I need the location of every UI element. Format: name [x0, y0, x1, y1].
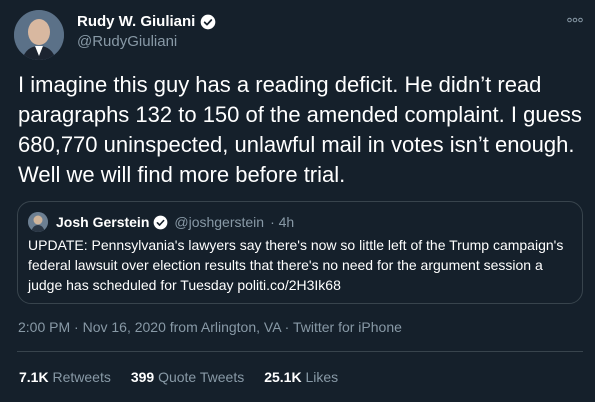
- author-avatar[interactable]: [14, 10, 64, 60]
- quoted-tweet[interactable]: Josh Gerstein @joshgerstein · 4h UPDATE:…: [17, 201, 583, 304]
- verified-badge-icon: [154, 215, 168, 229]
- likes-stat[interactable]: 25.1K Likes: [264, 369, 338, 385]
- more-options-icon[interactable]: [567, 12, 583, 27]
- quoted-author-handle: @joshgerstein: [174, 214, 265, 230]
- quoted-author-name: Josh Gerstein: [56, 214, 150, 230]
- retweets-stat[interactable]: 7.1K Retweets: [19, 369, 111, 385]
- tweet-stats: 7.1K Retweets 399 Quote Tweets 25.1K Lik…: [19, 369, 358, 385]
- author-name[interactable]: Rudy W. Giuliani: [77, 13, 195, 30]
- tweet-text: I imagine this guy has a reading deficit…: [18, 72, 582, 187]
- tweet-meta: 2:00 PM · Nov 16, 2020 from Arlington, V…: [18, 319, 402, 335]
- quoted-tweet-text: UPDATE: Pennsylvania's lawyers say there…: [28, 237, 564, 293]
- quote-tweets-stat[interactable]: 399 Quote Tweets: [131, 369, 244, 385]
- quoted-author-avatar: [28, 212, 48, 232]
- quoted-time: · 4h: [270, 214, 295, 230]
- divider: [17, 351, 583, 352]
- verified-badge-icon: [201, 14, 216, 29]
- author-handle[interactable]: @RudyGiuliani: [77, 33, 177, 50]
